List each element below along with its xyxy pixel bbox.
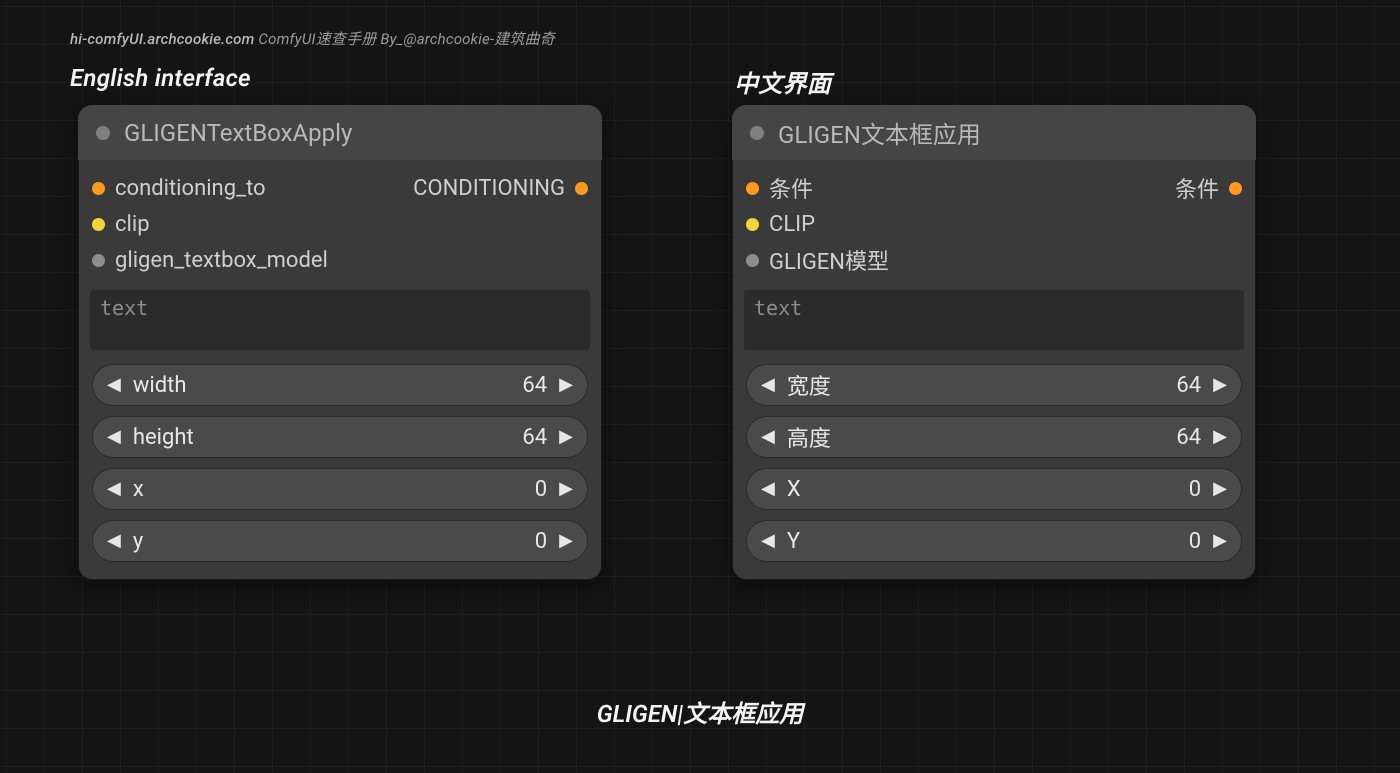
widget-width[interactable]: ◀ width 64 ▶ <box>92 364 588 406</box>
widget-value: 0 <box>535 529 547 554</box>
collapse-icon[interactable] <box>750 126 764 140</box>
widget-y[interactable]: ◀ y 0 ▶ <box>92 520 588 562</box>
output-conditioning[interactable]: 条件 <box>1175 172 1242 204</box>
widget-label: X <box>787 477 801 502</box>
decrement-icon[interactable]: ◀ <box>107 376 121 394</box>
widget-y[interactable]: ◀ Y 0 ▶ <box>746 520 1242 562</box>
increment-icon[interactable]: ▶ <box>1213 532 1227 550</box>
socket-icon[interactable] <box>92 254 105 267</box>
increment-icon[interactable]: ▶ <box>1213 376 1227 394</box>
decrement-icon[interactable]: ◀ <box>761 480 775 498</box>
widget-label: height <box>133 425 194 450</box>
input-gligen-textbox-model[interactable]: gligen_textbox_model <box>92 248 328 273</box>
footer-caption: GLIGEN|文本框应用 <box>0 694 1400 729</box>
widget-width[interactable]: ◀ 宽度 64 ▶ <box>746 364 1242 406</box>
output-label: 条件 <box>1175 172 1219 204</box>
io-area: conditioning_to CONDITIONING clip gligen… <box>78 160 602 284</box>
input-conditioning[interactable]: 条件 <box>746 172 813 204</box>
node-title-bar[interactable]: GLIGENTextBoxApply <box>78 105 602 160</box>
node-title-text: GLIGENTextBoxApply <box>124 119 352 147</box>
socket-icon[interactable] <box>746 218 759 231</box>
input-conditioning-to[interactable]: conditioning_to <box>92 176 266 201</box>
decrement-icon[interactable]: ◀ <box>107 428 121 446</box>
input-label: gligen_textbox_model <box>115 248 328 273</box>
socket-icon[interactable] <box>92 218 105 231</box>
socket-icon[interactable] <box>746 182 759 195</box>
widget-label: 高度 <box>787 421 831 453</box>
text-input[interactable]: text <box>90 290 590 350</box>
widget-value: 64 <box>1176 373 1201 398</box>
decrement-icon[interactable]: ◀ <box>761 428 775 446</box>
node-title-bar[interactable]: GLIGEN文本框应用 <box>732 105 1256 160</box>
widget-list: ◀ 宽度 64 ▶ ◀ 高度 64 ▶ ◀ X 0 ▶ ◀ Y 0 ▶ <box>732 352 1256 580</box>
attribution-desc: ComfyUI速查手册 By_@archcookie-建筑曲奇 <box>258 30 555 48</box>
chinese-interface-label: 中文界面 <box>734 64 831 99</box>
widget-x[interactable]: ◀ X 0 ▶ <box>746 468 1242 510</box>
input-gligen-model[interactable]: GLIGEN模型 <box>746 244 889 276</box>
node-gligen-textbox-apply-zh[interactable]: GLIGEN文本框应用 条件 条件 CLIP GLIGEN模型 <box>732 105 1256 580</box>
widget-label: 宽度 <box>787 369 831 401</box>
text-input[interactable]: text <box>744 290 1244 350</box>
socket-icon[interactable] <box>92 182 105 195</box>
widget-value: 64 <box>522 425 547 450</box>
widget-value: 0 <box>1189 529 1201 554</box>
increment-icon[interactable]: ▶ <box>1213 428 1227 446</box>
widget-label: Y <box>787 529 800 554</box>
widget-height[interactable]: ◀ height 64 ▶ <box>92 416 588 458</box>
attribution-site: hi-comfyUI.archcookie.com <box>70 30 255 48</box>
widget-label: y <box>133 529 143 554</box>
widget-value: 0 <box>1189 477 1201 502</box>
decrement-icon[interactable]: ◀ <box>761 532 775 550</box>
widget-value: 64 <box>522 373 547 398</box>
widget-value: 0 <box>535 477 547 502</box>
widget-label: width <box>133 373 187 398</box>
input-label: GLIGEN模型 <box>769 244 889 276</box>
increment-icon[interactable]: ▶ <box>1213 480 1227 498</box>
input-label: 条件 <box>769 172 813 204</box>
increment-icon[interactable]: ▶ <box>559 480 573 498</box>
collapse-icon[interactable] <box>96 126 110 140</box>
widget-list: ◀ width 64 ▶ ◀ height 64 ▶ ◀ x 0 ▶ ◀ y 0… <box>78 352 602 580</box>
output-label: CONDITIONING <box>413 176 565 201</box>
text-placeholder: text <box>100 296 148 320</box>
io-area: 条件 条件 CLIP GLIGEN模型 <box>732 160 1256 284</box>
decrement-icon[interactable]: ◀ <box>107 480 121 498</box>
english-interface-label: English interface <box>70 64 251 92</box>
input-label: CLIP <box>769 212 815 237</box>
text-placeholder: text <box>754 296 802 320</box>
input-label: conditioning_to <box>115 176 266 201</box>
widget-label: x <box>133 477 144 502</box>
decrement-icon[interactable]: ◀ <box>761 376 775 394</box>
input-label: clip <box>115 212 150 237</box>
socket-icon[interactable] <box>746 254 759 267</box>
increment-icon[interactable]: ▶ <box>559 532 573 550</box>
increment-icon[interactable]: ▶ <box>559 376 573 394</box>
input-clip[interactable]: CLIP <box>746 212 815 237</box>
input-clip[interactable]: clip <box>92 212 150 237</box>
output-conditioning[interactable]: CONDITIONING <box>413 176 588 201</box>
increment-icon[interactable]: ▶ <box>559 428 573 446</box>
decrement-icon[interactable]: ◀ <box>107 532 121 550</box>
socket-icon[interactable] <box>1229 182 1242 195</box>
socket-icon[interactable] <box>575 182 588 195</box>
widget-height[interactable]: ◀ 高度 64 ▶ <box>746 416 1242 458</box>
node-title-text: GLIGEN文本框应用 <box>778 115 981 150</box>
widget-x[interactable]: ◀ x 0 ▶ <box>92 468 588 510</box>
widget-value: 64 <box>1176 425 1201 450</box>
node-gligen-textbox-apply-en[interactable]: GLIGENTextBoxApply conditioning_to CONDI… <box>78 105 602 580</box>
attribution-text: hi-comfyUI.archcookie.com ComfyUI速查手册 By… <box>70 28 555 49</box>
